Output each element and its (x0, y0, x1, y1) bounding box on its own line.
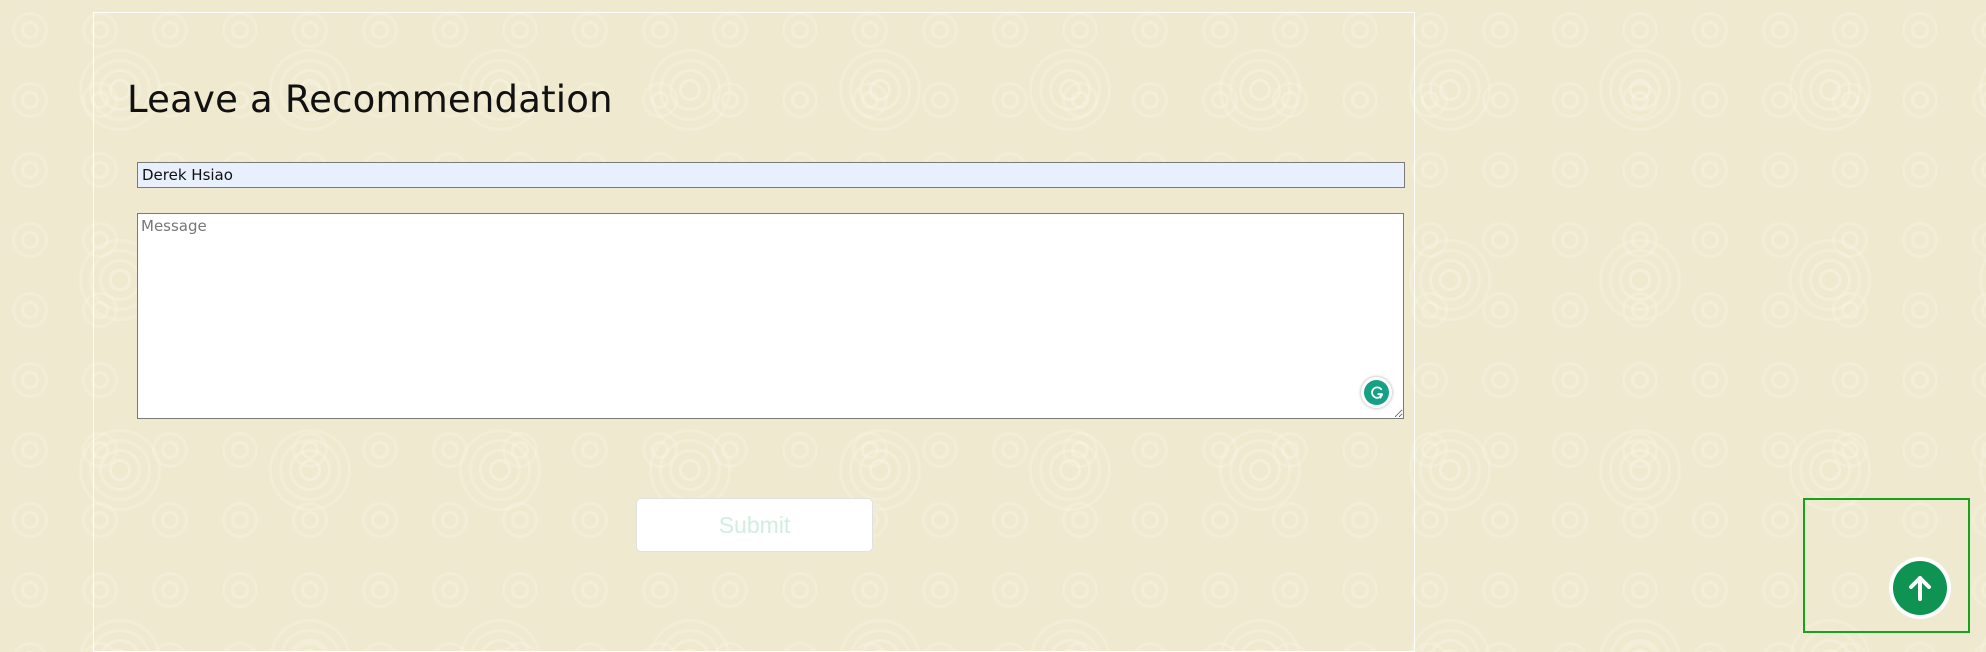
name-field[interactable] (137, 162, 1405, 188)
grammarly-badge (1364, 380, 1389, 405)
grammarly-icon[interactable] (1361, 377, 1392, 408)
grammarly-g-icon (1370, 386, 1383, 399)
submit-button[interactable]: Submit (636, 498, 873, 552)
message-field[interactable] (137, 213, 1404, 419)
arrow-up-icon (1909, 576, 1931, 601)
scroll-to-top-circle (1893, 561, 1947, 615)
form-title: Leave a Recommendation (127, 78, 613, 121)
scroll-top-highlight-frame (1803, 498, 1970, 633)
scroll-to-top-button[interactable] (1889, 557, 1951, 619)
